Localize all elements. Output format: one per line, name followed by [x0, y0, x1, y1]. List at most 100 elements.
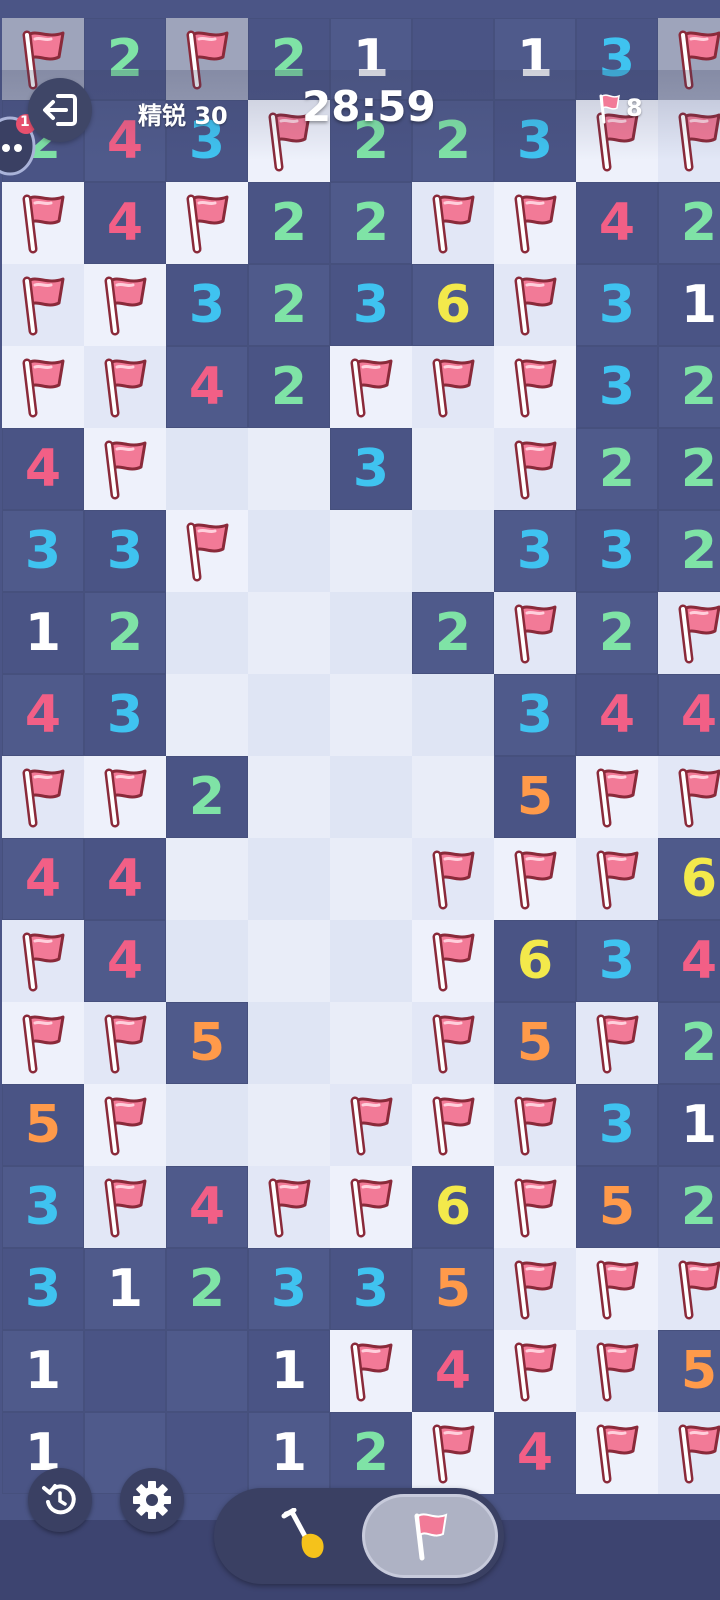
number-cell[interactable]: 2	[658, 182, 720, 264]
flagged-cell[interactable]	[658, 1412, 720, 1494]
flagged-cell[interactable]	[494, 1248, 576, 1330]
number-cell[interactable]: 3	[248, 1248, 330, 1330]
empty-cell[interactable]	[248, 1002, 330, 1084]
flagged-cell[interactable]	[412, 346, 494, 428]
flagged-cell[interactable]	[576, 838, 658, 920]
number-cell[interactable]: 3	[576, 1084, 658, 1166]
restart-button[interactable]	[28, 1468, 92, 1532]
flagged-cell[interactable]	[576, 756, 658, 838]
empty-cell[interactable]	[248, 674, 330, 756]
number-cell[interactable]: 4	[576, 674, 658, 756]
flagged-cell[interactable]	[658, 756, 720, 838]
empty-cell[interactable]	[412, 756, 494, 838]
empty-cell[interactable]	[84, 1330, 166, 1412]
number-cell[interactable]: 4	[166, 346, 248, 428]
number-cell[interactable]: 5	[576, 1166, 658, 1248]
flagged-cell[interactable]	[494, 1084, 576, 1166]
number-cell[interactable]: 1	[658, 264, 720, 346]
flagged-cell[interactable]	[658, 1248, 720, 1330]
number-cell[interactable]: 4	[2, 674, 84, 756]
flagged-cell[interactable]	[576, 1248, 658, 1330]
empty-cell[interactable]	[330, 756, 412, 838]
number-cell[interactable]: 3	[166, 264, 248, 346]
number-cell[interactable]: 3	[494, 510, 576, 592]
flagged-cell[interactable]	[412, 920, 494, 1002]
number-cell[interactable]: 4	[84, 182, 166, 264]
flagged-cell[interactable]	[330, 346, 412, 428]
flagged-cell[interactable]	[2, 346, 84, 428]
flagged-cell[interactable]	[576, 1412, 658, 1494]
number-cell[interactable]: 5	[658, 1330, 720, 1412]
number-cell[interactable]: 5	[166, 1002, 248, 1084]
flagged-cell[interactable]	[412, 1002, 494, 1084]
number-cell[interactable]: 4	[84, 920, 166, 1002]
empty-cell[interactable]	[166, 1084, 248, 1166]
empty-cell[interactable]	[248, 510, 330, 592]
number-cell[interactable]: 4	[2, 838, 84, 920]
number-cell[interactable]: 5	[412, 1248, 494, 1330]
number-cell[interactable]: 4	[576, 182, 658, 264]
empty-cell[interactable]	[166, 674, 248, 756]
number-cell[interactable]: 1	[248, 1412, 330, 1494]
empty-cell[interactable]	[166, 920, 248, 1002]
flagged-cell[interactable]	[2, 920, 84, 1002]
number-cell[interactable]: 3	[330, 264, 412, 346]
number-cell[interactable]: 2	[658, 346, 720, 428]
flagged-cell[interactable]	[494, 592, 576, 674]
empty-cell[interactable]	[166, 428, 248, 510]
empty-cell[interactable]	[330, 920, 412, 1002]
empty-cell[interactable]	[166, 1330, 248, 1412]
flagged-cell[interactable]	[576, 1330, 658, 1412]
number-cell[interactable]: 4	[2, 428, 84, 510]
empty-cell[interactable]	[330, 510, 412, 592]
number-cell[interactable]: 5	[494, 756, 576, 838]
number-cell[interactable]: 2	[576, 428, 658, 510]
flagged-cell[interactable]	[2, 1002, 84, 1084]
number-cell[interactable]: 2	[248, 346, 330, 428]
number-cell[interactable]: 6	[412, 1166, 494, 1248]
number-cell[interactable]: 2	[248, 264, 330, 346]
empty-cell[interactable]	[330, 674, 412, 756]
number-cell[interactable]: 4	[84, 838, 166, 920]
flagged-cell[interactable]	[330, 1330, 412, 1412]
number-cell[interactable]: 1	[2, 592, 84, 674]
number-cell[interactable]: 5	[2, 1084, 84, 1166]
flagged-cell[interactable]	[494, 1330, 576, 1412]
number-cell[interactable]: 4	[412, 1330, 494, 1412]
empty-cell[interactable]	[248, 756, 330, 838]
number-cell[interactable]: 3	[84, 510, 166, 592]
empty-cell[interactable]	[412, 674, 494, 756]
flagged-cell[interactable]	[84, 428, 166, 510]
flagged-cell[interactable]	[494, 1166, 576, 1248]
number-cell[interactable]: 2	[658, 510, 720, 592]
number-cell[interactable]: 4	[166, 1166, 248, 1248]
empty-cell[interactable]	[248, 1084, 330, 1166]
empty-cell[interactable]	[412, 510, 494, 592]
number-cell[interactable]: 4	[658, 920, 720, 1002]
number-cell[interactable]: 2	[248, 182, 330, 264]
flagged-cell[interactable]	[330, 1166, 412, 1248]
number-cell[interactable]: 3	[2, 510, 84, 592]
number-cell[interactable]: 2	[658, 428, 720, 510]
number-cell[interactable]: 5	[494, 1002, 576, 1084]
flagged-cell[interactable]	[494, 264, 576, 346]
flagged-cell[interactable]	[412, 182, 494, 264]
settings-button[interactable]	[120, 1468, 184, 1532]
flagged-cell[interactable]	[84, 1166, 166, 1248]
number-cell[interactable]: 3	[2, 1248, 84, 1330]
flagged-cell[interactable]	[330, 1084, 412, 1166]
number-cell[interactable]: 6	[494, 920, 576, 1002]
number-cell[interactable]: 2	[658, 1166, 720, 1248]
empty-cell[interactable]	[248, 838, 330, 920]
number-cell[interactable]: 6	[412, 264, 494, 346]
flagged-cell[interactable]	[166, 182, 248, 264]
number-cell[interactable]: 2	[412, 592, 494, 674]
exit-button[interactable]	[28, 78, 92, 142]
empty-cell[interactable]	[412, 428, 494, 510]
flagged-cell[interactable]	[494, 346, 576, 428]
number-cell[interactable]: 3	[576, 510, 658, 592]
flagged-cell[interactable]	[494, 838, 576, 920]
flagged-cell[interactable]	[2, 756, 84, 838]
flagged-cell[interactable]	[84, 264, 166, 346]
number-cell[interactable]: 2	[330, 182, 412, 264]
